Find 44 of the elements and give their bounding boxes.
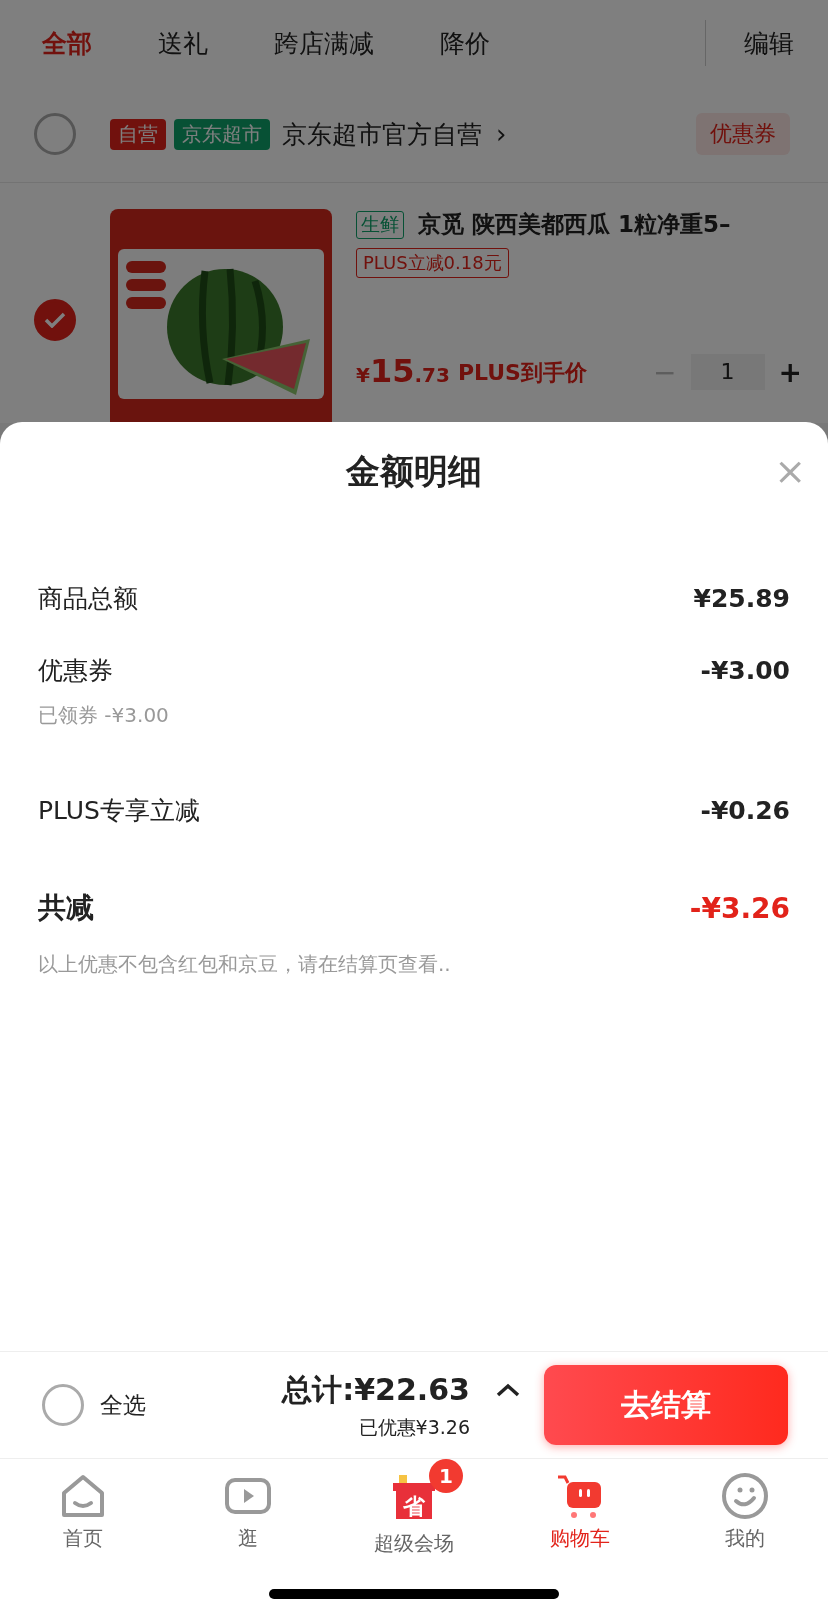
product-title[interactable]: 京觅 陕西美都西瓜 1粒净重5– [418,209,731,240]
row-note: 已领券 -¥3.00 [38,703,169,727]
filter-tab[interactable]: 降价 [440,26,490,60]
product-checkbox[interactable] [34,299,76,341]
coupon-button[interactable]: 优惠券 [696,113,790,155]
total-label: 共减 [38,890,94,926]
edit-button[interactable]: 编辑 [744,26,794,60]
checkout-button[interactable]: 去结算 [544,1365,788,1445]
promo-tag: PLUS立减0.18元 [356,248,509,278]
nav-tab[interactable]: 省 1 超级会场 [331,1459,497,1569]
chevron-icon: › [496,119,507,149]
quantity-field[interactable]: 1 [690,354,765,390]
notification-badge: 1 [429,1459,463,1493]
select-all-checkbox[interactable] [42,1384,84,1426]
price-label: PLUS到手价 [457,359,587,387]
sheet-title: 金额明细 [346,450,482,493]
nav-tab[interactable]: 逛 [165,1459,332,1569]
saved-amount: 已优惠¥3.26 [358,1414,470,1440]
row-value: -¥0.26 [700,795,790,825]
nav-tab[interactable]: 首页 [0,1459,166,1569]
row-value: -¥3.00 [700,655,790,685]
plus-button[interactable]: + [772,355,808,389]
disclaimer-text: 以上优惠不包含红包和京豆，请在结算页查看.. [38,952,451,976]
row-label: PLUS专享立减 [38,794,200,827]
store-checkbox[interactable] [34,113,76,155]
nav-tab[interactable]: 购物车 [496,1459,663,1569]
check-icon [44,312,66,328]
total-value: -¥3.26 [689,891,790,925]
price-text: ¥15.73 [356,352,450,390]
smiley-icon [720,1471,771,1521]
filter-tab[interactable]: 跨店满减 [274,26,374,60]
store-name[interactable]: 京东超市官方自营 [282,117,482,151]
store-badge: 自营 [110,118,166,150]
filter-tab[interactable]: 全部 [42,26,92,60]
row-label: 商品总额 [38,582,138,615]
row-label: 优惠券 [38,654,113,687]
total-price: 总计:¥22.63 [282,1370,470,1409]
nav-tab[interactable]: 我的 [662,1459,828,1569]
fresh-tag: 生鲜 [356,210,404,239]
select-all-label[interactable]: 全选 [100,1389,146,1421]
row-value: ¥25.89 [693,583,790,613]
filter-tab[interactable]: 送礼 [158,26,208,60]
caret-icon[interactable] [496,1383,520,1397]
store-badge: 京东超市 [174,118,270,150]
